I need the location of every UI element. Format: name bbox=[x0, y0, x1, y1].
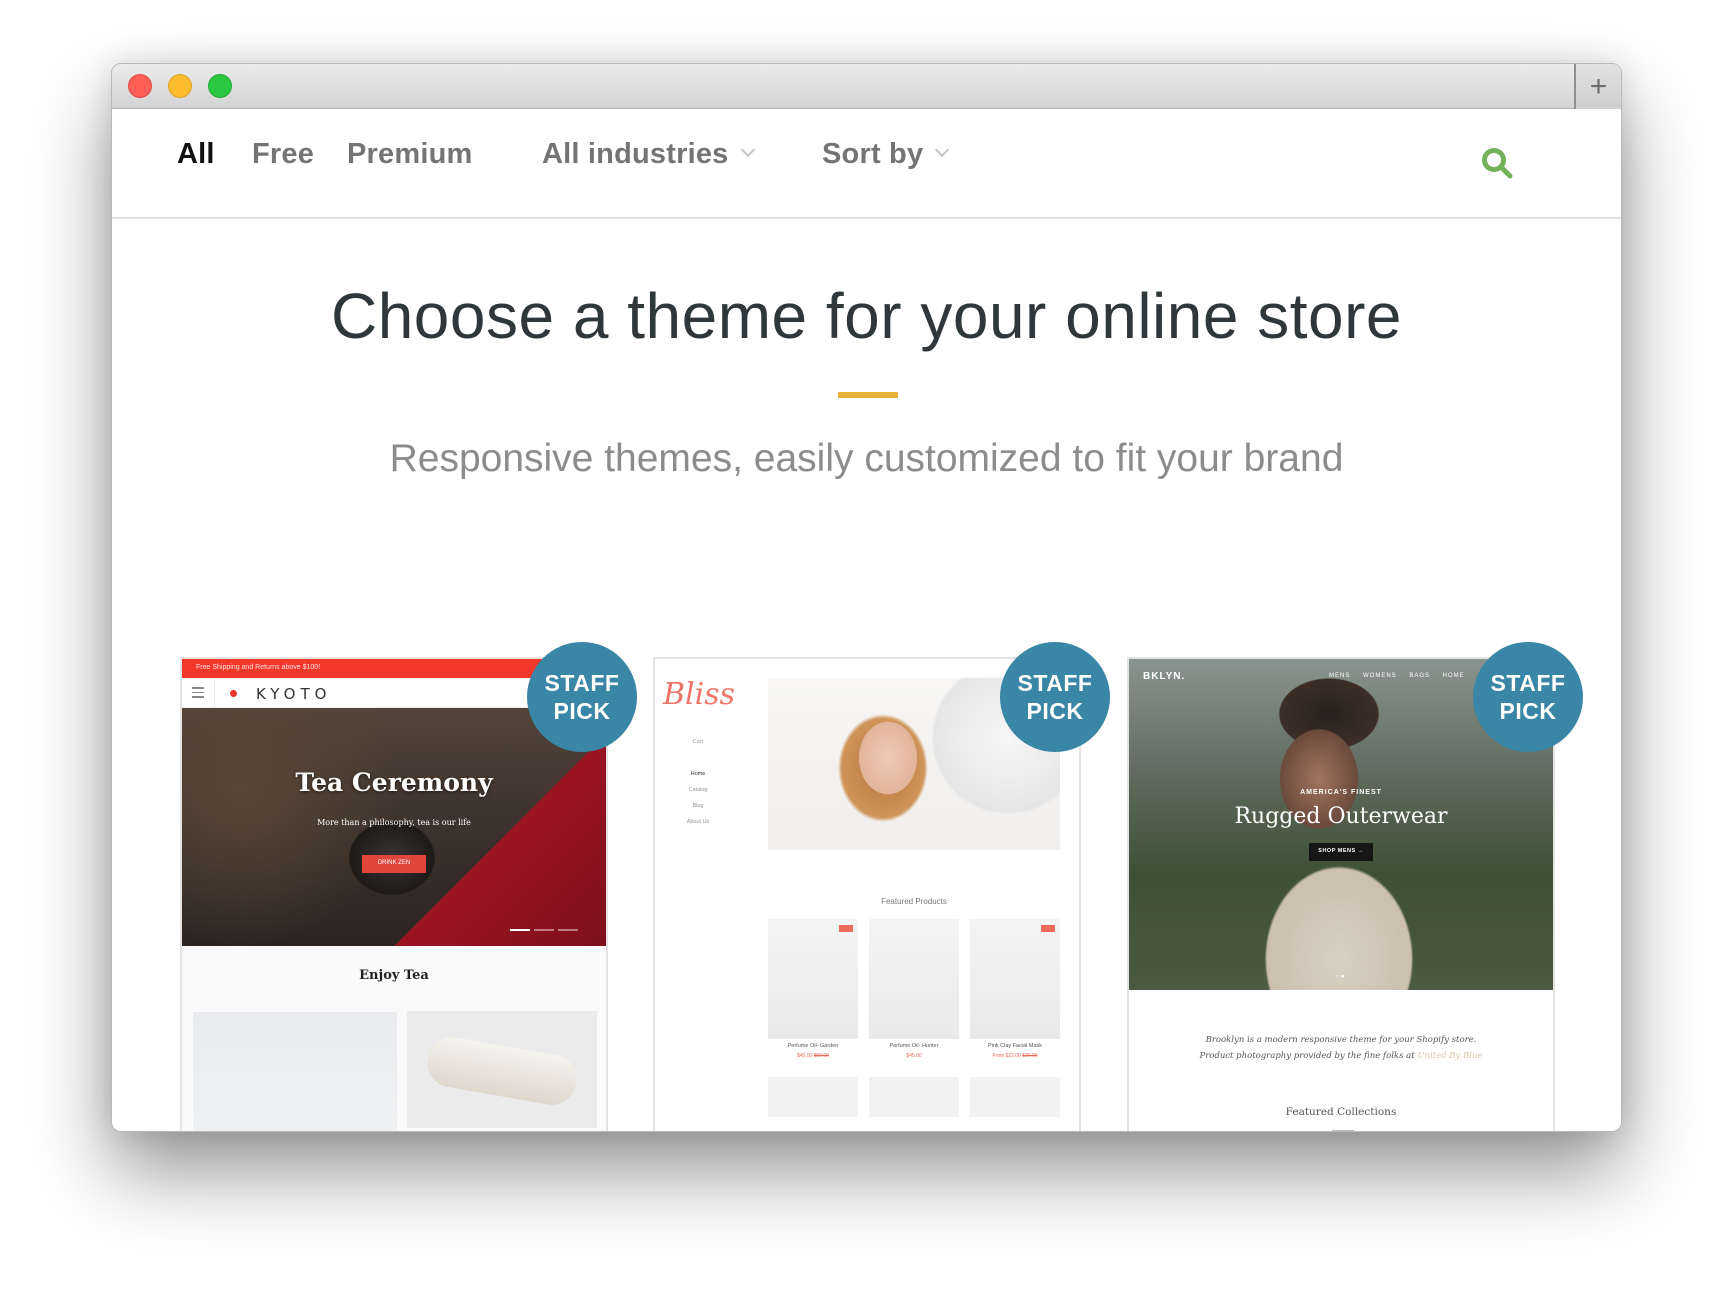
filter-premium[interactable]: Premium bbox=[347, 138, 473, 171]
product-name: Perfume Oil- Garden bbox=[787, 1043, 839, 1049]
filter-all[interactable]: All bbox=[177, 138, 215, 171]
hamburger-icon bbox=[192, 687, 204, 701]
bliss-section-title: Featured Products bbox=[881, 897, 947, 906]
description-line: Brooklyn is a modern responsive theme fo… bbox=[1205, 1035, 1477, 1045]
sale-badge bbox=[839, 925, 853, 932]
bliss-logo: Bliss bbox=[663, 677, 736, 712]
kyoto-logo: KYOTO bbox=[256, 685, 332, 703]
bliss-menu: Cart Home Catalog Blog About Us bbox=[665, 739, 731, 835]
page-subtitle: Responsive themes, easily customized to … bbox=[389, 437, 1344, 480]
product-image bbox=[768, 919, 858, 1039]
zoom-window-button[interactable] bbox=[208, 74, 232, 98]
chevron-down-icon bbox=[740, 142, 755, 158]
bliss-menu-item: Home bbox=[690, 771, 706, 777]
price: $45.00 bbox=[797, 1053, 813, 1059]
product-price: From $22.00 $30.00 bbox=[970, 1053, 1060, 1059]
kyoto-hero-subtitle: More than a philosophy, tea is our life bbox=[317, 818, 471, 827]
brooklyn-hero-title: Rugged Outerwear bbox=[1234, 804, 1448, 829]
bliss-menu-item: Catalog bbox=[688, 787, 708, 793]
sort-dropdown-label: Sort by bbox=[822, 138, 924, 170]
description-line: Product photography provided by the fine… bbox=[1199, 1051, 1483, 1061]
kyoto-hero-button: DRINK ZEN bbox=[362, 855, 426, 873]
brooklyn-section-title: Featured Collections bbox=[1285, 1106, 1397, 1118]
brooklyn-hero-button: SHOP MENS → bbox=[1309, 843, 1373, 861]
industry-dropdown-label: All industries bbox=[542, 138, 729, 170]
chevron-down-icon bbox=[935, 142, 950, 158]
sort-dropdown[interactable]: Sort by bbox=[822, 138, 950, 171]
product-price: $45.00 bbox=[869, 1053, 959, 1059]
staff-pick-badge: STAFF PICK bbox=[1000, 642, 1110, 752]
bliss-menu-item: Cart bbox=[692, 739, 704, 745]
section-divider bbox=[1332, 1130, 1354, 1131]
price: $45.00 bbox=[906, 1053, 922, 1059]
credit-link: United By Blue bbox=[1417, 1051, 1483, 1061]
brooklyn-kicker: AMERICA'S FINEST bbox=[1300, 789, 1382, 796]
kyoto-logo-dot bbox=[230, 690, 237, 697]
product-image bbox=[869, 919, 959, 1039]
price: From $22.00 bbox=[992, 1053, 1021, 1059]
search-icon[interactable] bbox=[1480, 146, 1516, 182]
staff-pick-badge: STAFF PICK bbox=[527, 642, 637, 752]
brooklyn-nav: MENS WOMENS BAGS HOME bbox=[1329, 673, 1465, 679]
compare-price: $30.00 bbox=[1022, 1053, 1038, 1059]
product-image bbox=[407, 1011, 597, 1128]
bliss-menu-item: About Us bbox=[686, 819, 710, 825]
product-image bbox=[970, 919, 1060, 1039]
sale-badge bbox=[1041, 925, 1055, 932]
minimize-window-button[interactable] bbox=[168, 74, 192, 98]
product-price: $45.00 $60.00 bbox=[768, 1053, 858, 1059]
kyoto-body: Enjoy Tea bbox=[182, 946, 606, 1131]
kyoto-section-title: Enjoy Tea bbox=[359, 968, 429, 983]
brooklyn-description: Brooklyn is a modern responsive theme fo… bbox=[1129, 1032, 1553, 1064]
industry-dropdown[interactable]: All industries bbox=[542, 138, 755, 171]
title-bar: + bbox=[112, 64, 1621, 109]
bliss-menu-item: Blog bbox=[692, 803, 704, 809]
filter-free[interactable]: Free bbox=[252, 138, 314, 171]
product-name: Perfume Oil- Hunter bbox=[889, 1043, 939, 1049]
slide-indicators bbox=[510, 929, 578, 931]
brooklyn-logo: BKLYN. bbox=[1143, 671, 1186, 682]
new-tab-button[interactable]: + bbox=[1574, 64, 1621, 109]
close-window-button[interactable] bbox=[128, 74, 152, 98]
title-divider bbox=[838, 392, 898, 398]
product-image bbox=[970, 1077, 1060, 1117]
slide-indicators: ○● bbox=[1335, 974, 1347, 980]
staff-pick-badge: STAFF PICK bbox=[1473, 642, 1583, 752]
kyoto-hero-title: Tea Ceremony bbox=[295, 768, 493, 797]
product-name: Pink Clay Facial Mask bbox=[987, 1043, 1043, 1049]
product-image bbox=[768, 1077, 858, 1117]
compare-price: $60.00 bbox=[813, 1053, 829, 1059]
product-image bbox=[869, 1077, 959, 1117]
browser-window: + All Free Premium All industries Sort b… bbox=[111, 63, 1622, 1132]
product-image bbox=[193, 1012, 397, 1131]
kyoto-hero-image: Tea Ceremony More than a philosophy, tea… bbox=[182, 708, 606, 946]
page-title: Choose a theme for your online store bbox=[330, 280, 1403, 352]
plus-icon: + bbox=[1589, 69, 1608, 103]
filter-bar: All Free Premium All industries Sort by bbox=[112, 110, 1621, 219]
